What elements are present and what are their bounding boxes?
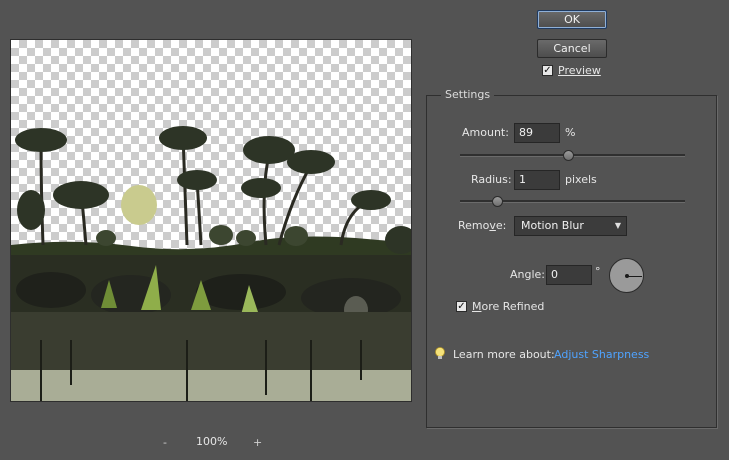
remove-label: Remove: [458,219,507,232]
check-icon: ✓ [543,64,552,76]
cancel-button[interactable]: Cancel [537,39,607,58]
learn-more-text: Learn more about: [453,348,555,361]
adjust-sharpness-link[interactable]: Adjust Sharpness [554,348,649,361]
preview-image[interactable] [10,39,412,402]
preview-label[interactable]: Preview [558,64,601,77]
radius-slider-thumb[interactable] [492,196,503,207]
radius-unit: pixels [565,173,597,186]
amount-unit: % [565,126,576,139]
angle-dial[interactable] [609,258,644,293]
angle-center-dot [625,274,629,278]
amount-label: Amount: [462,126,509,139]
zoom-in-button[interactable]: + [253,436,262,449]
angle-label: Angle: [510,268,546,281]
angle-unit: ° [595,265,601,278]
zoom-level: 100% [196,435,228,448]
amount-input[interactable]: 89 [514,123,560,143]
amount-slider-thumb[interactable] [563,150,574,161]
jungle-scene-image [11,126,411,401]
radius-label: Radius: [471,173,512,186]
more-refined-checkbox[interactable]: ✓ [456,301,467,312]
ok-button[interactable]: OK [537,10,607,29]
more-refined-label[interactable]: More Refined [472,300,544,313]
preview-checkbox[interactable]: ✓ [542,65,553,76]
settings-group [426,95,717,428]
angle-input[interactable]: 0 [546,265,592,285]
settings-title: Settings [441,88,495,101]
chevron-down-icon: ▼ [614,221,621,230]
angle-indicator [627,276,642,277]
check-icon: ✓ [457,300,466,312]
zoom-out-button[interactable]: - [163,436,167,449]
remove-select-value: Motion Blur [521,219,584,232]
remove-select[interactable]: Motion Blur ▼ [514,216,627,236]
lightbulb-icon [435,347,445,359]
radius-input[interactable]: 1 [514,170,560,190]
